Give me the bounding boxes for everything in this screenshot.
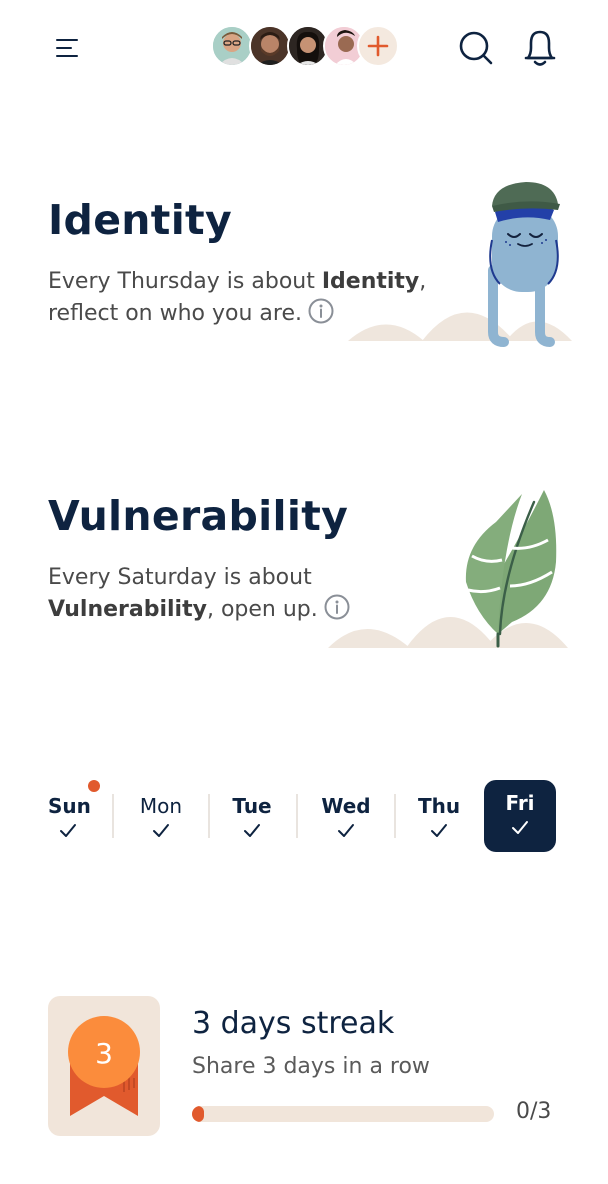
desc-bold-text: Vulnerability (48, 597, 207, 622)
topic-title: Vulnerability (48, 492, 349, 540)
menu-icon[interactable] (54, 34, 84, 64)
add-member-button[interactable] (357, 25, 399, 67)
info-icon[interactable] (308, 298, 334, 324)
progress-fill (192, 1106, 204, 1122)
avatar[interactable] (211, 25, 253, 67)
divider (112, 794, 114, 838)
check-icon (512, 821, 528, 834)
topic-card-identity[interactable]: Identity Every Thursday is about Identit… (0, 180, 608, 360)
avatar[interactable] (249, 25, 291, 67)
check-icon (244, 824, 260, 837)
topic-title: Identity (48, 196, 232, 244)
day-tue[interactable]: Tue (230, 780, 274, 852)
member-photo-icon (251, 27, 289, 65)
desc-text: Every Saturday is about (48, 565, 312, 590)
check-icon (60, 824, 76, 837)
day-label: Sun (48, 794, 91, 818)
topic-card-vulnerability[interactable]: Vulnerability Every Saturday is about Vu… (0, 476, 608, 656)
day-thu[interactable]: Thu (416, 780, 462, 852)
streak-subtitle: Share 3 days in a row (192, 1054, 430, 1079)
day-fri[interactable]: Fri (484, 780, 556, 852)
topic-description: Every Saturday is about Vulnerability, o… (48, 562, 350, 626)
desc-text: Every Thursday is about (48, 269, 322, 294)
day-label: Tue (232, 794, 272, 818)
check-icon (338, 824, 354, 837)
divider (296, 794, 298, 838)
streak-title: 3 days streak (192, 1006, 395, 1041)
desc-text: reflect on who you are. (48, 301, 302, 326)
day-label: Wed (321, 794, 371, 818)
character-illustration (348, 182, 572, 347)
desc-text: , open up. (206, 597, 318, 622)
day-label: Fri (505, 791, 535, 815)
member-photo-icon (213, 27, 251, 65)
member-avatars[interactable] (211, 25, 401, 67)
plus-icon (367, 35, 389, 57)
day-wed[interactable]: Wed (318, 780, 374, 852)
notification-dot (88, 780, 100, 792)
top-bar (0, 0, 608, 96)
week-tracker: Sun Mon Tue Wed Thu Fri (48, 780, 560, 852)
progress-count: 0/3 (516, 1099, 552, 1124)
divider (208, 794, 210, 838)
check-icon (431, 824, 447, 837)
day-label: Mon (139, 794, 183, 818)
badge-number: 3 (95, 1037, 113, 1070)
streak-badge: 3 (48, 996, 160, 1136)
bell-icon[interactable] (520, 26, 560, 70)
ribbon-medal-icon: 3 (68, 1016, 140, 1116)
day-label: Thu (417, 794, 461, 818)
leaf-illustration (328, 490, 568, 648)
day-mon[interactable]: Mon (136, 780, 186, 852)
divider (394, 794, 396, 838)
search-icon[interactable] (456, 28, 496, 68)
streak-progress-bar (192, 1106, 494, 1122)
check-icon (153, 824, 169, 837)
day-sun[interactable]: Sun (48, 780, 91, 852)
member-photo-icon (289, 27, 327, 65)
